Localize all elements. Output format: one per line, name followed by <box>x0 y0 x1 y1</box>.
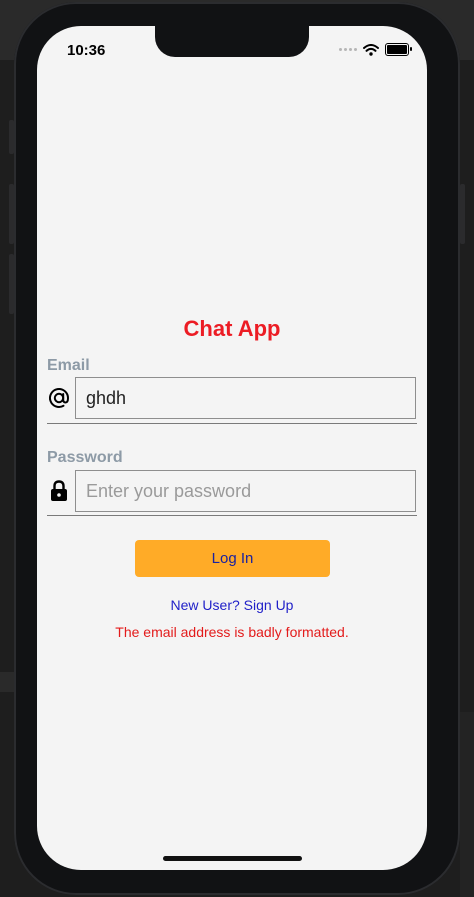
status-icons <box>339 43 412 56</box>
wifi-icon <box>363 43 379 56</box>
volume-down-button <box>9 254 14 314</box>
power-button <box>460 184 465 244</box>
login-button[interactable]: Log In <box>135 540 330 577</box>
mute-switch <box>9 120 14 154</box>
volume-up-button <box>9 184 14 244</box>
email-row <box>47 377 416 419</box>
desktop-strip-right <box>460 712 474 897</box>
password-row <box>47 470 416 512</box>
password-label: Password <box>47 449 123 466</box>
lock-icon <box>47 477 71 505</box>
email-field[interactable] <box>75 377 416 419</box>
email-label: Email <box>47 357 90 374</box>
status-time: 10:36 <box>67 42 106 59</box>
app-screen: 10:36 Chat App Email Password <box>37 26 427 870</box>
battery-icon <box>385 43 412 56</box>
desktop-strip-left <box>0 672 14 692</box>
password-field[interactable] <box>75 470 416 512</box>
at-icon <box>47 384 71 412</box>
signal-dots-icon <box>339 48 357 51</box>
app-title: Chat App <box>183 316 281 341</box>
password-underline <box>47 515 417 516</box>
signup-link[interactable]: New User? Sign Up <box>37 597 427 613</box>
email-underline <box>47 423 417 424</box>
notch <box>155 26 309 57</box>
home-indicator[interactable] <box>163 856 302 861</box>
error-message: The email address is badly formatted. <box>115 624 349 640</box>
